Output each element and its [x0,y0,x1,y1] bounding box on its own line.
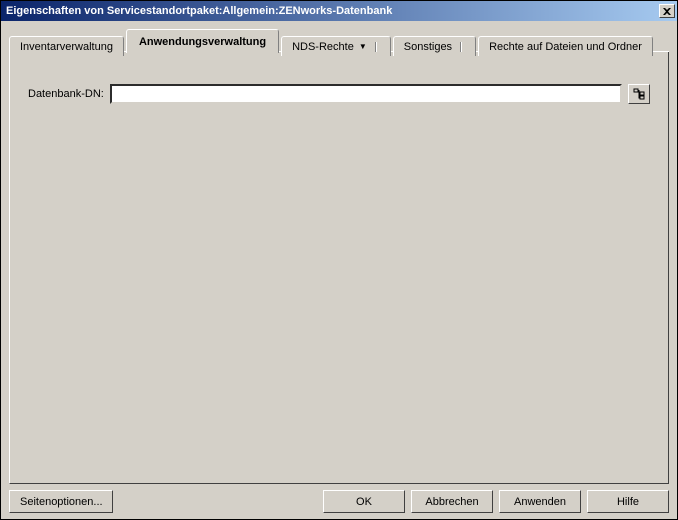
cancel-button[interactable]: Abbrechen [411,490,493,513]
datenbank-dn-label: Datenbank-DN: [28,88,104,100]
tab-label: Sonstiges [404,41,452,53]
close-button[interactable] [659,4,675,18]
tab-anwendungsverwaltung[interactable]: Anwendungsverwaltung [126,29,279,53]
tab-separator [375,42,377,52]
close-icon [663,8,671,15]
tree-browse-icon [633,88,645,100]
help-button[interactable]: Hilfe [587,490,669,513]
ok-button[interactable]: OK [323,490,405,513]
tab-rechte-dateien-ordner[interactable]: Rechte auf Dateien und Ordner [478,36,653,56]
window-title: Eigenschaften von Servicestandortpaket:A… [3,5,659,17]
tab-inventarverwaltung[interactable]: Inventarverwaltung [9,36,124,56]
page-options-button[interactable]: Seitenoptionen... [9,490,113,513]
datenbank-dn-input[interactable] [110,84,622,104]
tab-label: Anwendungsverwaltung [139,36,266,48]
chevron-down-icon: ▼ [359,42,367,51]
title-bar: Eigenschaften von Servicestandortpaket:A… [1,1,677,21]
tabs: Inventarverwaltung Anwendungsverwaltung … [9,29,669,53]
browse-button[interactable] [628,84,650,104]
tab-sonstiges[interactable]: Sonstiges [393,36,476,56]
client-area: Inventarverwaltung Anwendungsverwaltung … [1,21,677,519]
tab-label: NDS-Rechte [292,41,354,53]
tab-nds-rechte[interactable]: NDS-Rechte ▼ [281,36,391,56]
dialog-window: Eigenschaften von Servicestandortpaket:A… [0,0,678,520]
tab-separator [460,42,462,52]
tab-strip: Inventarverwaltung Anwendungsverwaltung … [9,29,669,55]
datenbank-dn-row: Datenbank-DN: [28,84,650,104]
tab-label: Inventarverwaltung [20,41,113,53]
dialog-footer: Seitenoptionen... OK Abbrechen Anwenden … [9,484,669,513]
tab-panel: Datenbank-DN: [9,52,669,484]
tab-label: Rechte auf Dateien und Ordner [489,41,642,53]
apply-button[interactable]: Anwenden [499,490,581,513]
